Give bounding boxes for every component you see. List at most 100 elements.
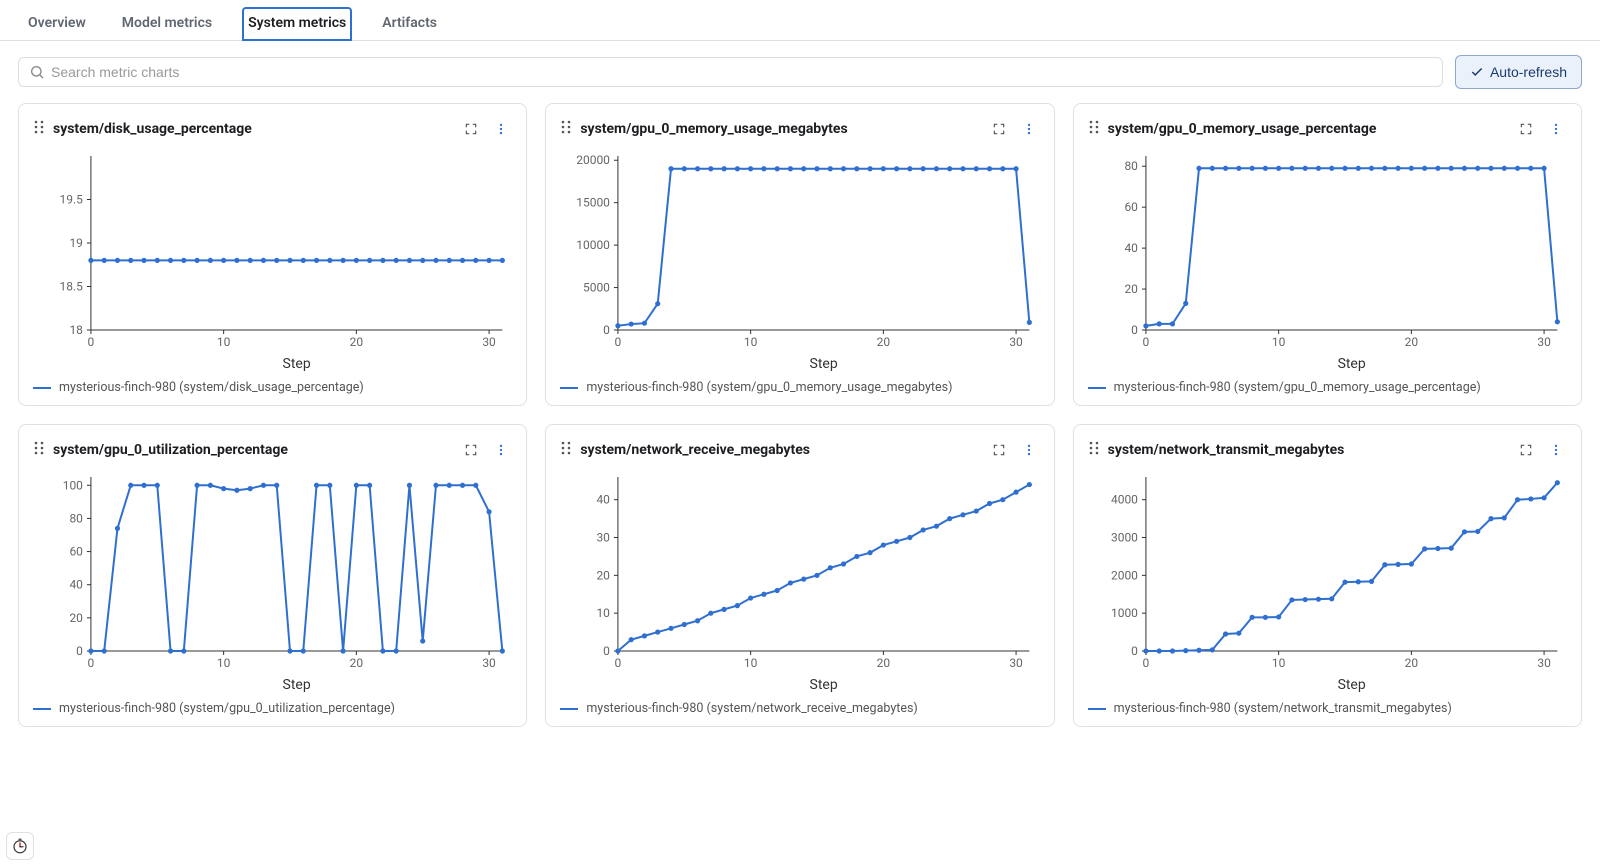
chart-title: system/gpu_0_memory_usage_megabytes bbox=[580, 121, 979, 137]
svg-text:30: 30 bbox=[482, 656, 496, 670]
tab-system-metrics[interactable]: System metrics bbox=[242, 7, 352, 41]
chart-legend: mysterious-finch-980 (system/gpu_0_utili… bbox=[33, 693, 512, 716]
svg-text:Step: Step bbox=[810, 677, 838, 693]
svg-text:60: 60 bbox=[69, 545, 83, 559]
auto-refresh-button[interactable]: Auto-refresh bbox=[1455, 55, 1582, 89]
fullscreen-button[interactable] bbox=[1515, 439, 1537, 461]
chart-card-gpu0_util_pct: system/gpu_0_utilization_percentage 0 20 40… bbox=[18, 424, 527, 727]
svg-text:0: 0 bbox=[615, 335, 622, 349]
svg-text:10: 10 bbox=[217, 335, 231, 349]
chart-title: system/disk_usage_percentage bbox=[53, 121, 452, 137]
chart-menu-button[interactable] bbox=[1545, 439, 1567, 461]
chart-legend: mysterious-finch-980 (system/network_rec… bbox=[560, 693, 1039, 716]
svg-text:15000: 15000 bbox=[577, 196, 611, 210]
drag-handle-icon[interactable] bbox=[33, 441, 45, 459]
svg-text:0: 0 bbox=[1142, 656, 1149, 670]
chart-legend: mysterious-finch-980 (system/gpu_0_memor… bbox=[1088, 372, 1567, 395]
svg-text:10: 10 bbox=[217, 656, 231, 670]
svg-text:0: 0 bbox=[604, 323, 611, 337]
search-input[interactable] bbox=[51, 64, 1432, 80]
legend-label: mysterious-finch-980 (system/disk_usage_… bbox=[59, 380, 364, 395]
refresh-timer-button[interactable] bbox=[6, 832, 34, 860]
svg-text:10: 10 bbox=[744, 335, 758, 349]
svg-text:20: 20 bbox=[350, 335, 364, 349]
svg-text:10: 10 bbox=[744, 656, 758, 670]
legend-swatch bbox=[33, 708, 51, 710]
legend-label: mysterious-finch-980 (system/gpu_0_utili… bbox=[59, 701, 395, 716]
svg-text:60: 60 bbox=[1124, 200, 1138, 214]
drag-handle-icon[interactable] bbox=[560, 441, 572, 459]
svg-text:Step: Step bbox=[283, 356, 311, 372]
svg-text:Step: Step bbox=[810, 356, 838, 372]
chart-menu-button[interactable] bbox=[490, 118, 512, 140]
svg-text:Step: Step bbox=[283, 677, 311, 693]
svg-text:100: 100 bbox=[63, 478, 83, 492]
chart-legend: mysterious-finch-980 (system/disk_usage_… bbox=[33, 372, 512, 395]
svg-text:30: 30 bbox=[1010, 656, 1024, 670]
tab-artifacts[interactable]: Artifacts bbox=[376, 7, 443, 41]
svg-text:1000: 1000 bbox=[1111, 606, 1138, 620]
chart-legend: mysterious-finch-980 (system/gpu_0_memor… bbox=[560, 372, 1039, 395]
svg-text:20: 20 bbox=[1404, 335, 1418, 349]
svg-text:30: 30 bbox=[482, 335, 496, 349]
legend-label: mysterious-finch-980 (system/gpu_0_memor… bbox=[586, 380, 952, 395]
svg-text:10: 10 bbox=[1272, 656, 1286, 670]
chart-menu-button[interactable] bbox=[1018, 439, 1040, 461]
svg-text:20: 20 bbox=[877, 335, 891, 349]
chart-title: system/network_transmit_megabytes bbox=[1108, 442, 1507, 458]
fullscreen-button[interactable] bbox=[460, 439, 482, 461]
chart-card-gpu0_mem_pct: system/gpu_0_memory_usage_percentage0204… bbox=[1073, 103, 1582, 406]
svg-text:2000: 2000 bbox=[1111, 568, 1138, 582]
svg-text:80: 80 bbox=[69, 511, 83, 525]
legend-swatch bbox=[560, 708, 578, 710]
svg-text:30: 30 bbox=[1537, 335, 1551, 349]
chart-card-disk_usage: system/disk_usage_percentage1818.51919.5… bbox=[18, 103, 527, 406]
svg-text:20000: 20000 bbox=[577, 153, 611, 167]
legend-label: mysterious-finch-980 (system/network_rec… bbox=[586, 701, 917, 716]
search-box[interactable] bbox=[18, 57, 1443, 87]
svg-text:19.5: 19.5 bbox=[60, 192, 84, 206]
drag-handle-icon[interactable] bbox=[1088, 120, 1100, 138]
svg-text:10: 10 bbox=[597, 606, 611, 620]
svg-text:5000: 5000 bbox=[583, 281, 610, 295]
svg-text:40: 40 bbox=[69, 578, 83, 592]
svg-text:0: 0 bbox=[1131, 644, 1138, 658]
svg-text:40: 40 bbox=[1124, 241, 1138, 255]
chart-card-net_tx_mb: system/network_transmit_megabytes 0 1000 20… bbox=[1073, 424, 1582, 727]
legend-swatch bbox=[1088, 387, 1106, 389]
tab-overview[interactable]: Overview bbox=[22, 7, 92, 41]
drag-handle-icon[interactable] bbox=[560, 120, 572, 138]
drag-handle-icon[interactable] bbox=[33, 120, 45, 138]
svg-text:30: 30 bbox=[1010, 335, 1024, 349]
chart-menu-button[interactable] bbox=[490, 439, 512, 461]
drag-handle-icon[interactable] bbox=[1088, 441, 1100, 459]
chart-title: system/gpu_0_utilization_percentage bbox=[53, 442, 452, 458]
svg-text:10000: 10000 bbox=[577, 238, 611, 252]
svg-text:0: 0 bbox=[88, 656, 95, 670]
svg-text:0: 0 bbox=[76, 644, 83, 658]
stopwatch-icon bbox=[11, 837, 29, 855]
chart-title: system/network_receive_megabytes bbox=[580, 442, 979, 458]
svg-text:40: 40 bbox=[597, 493, 611, 507]
chart-card-gpu0_mem_mb: system/gpu_0_memory_usage_megabytes 0 5000… bbox=[545, 103, 1054, 406]
svg-text:0: 0 bbox=[1142, 335, 1149, 349]
svg-text:20: 20 bbox=[350, 656, 364, 670]
toolbar: Auto-refresh bbox=[0, 41, 1600, 103]
legend-swatch bbox=[560, 387, 578, 389]
chart-menu-button[interactable] bbox=[1018, 118, 1040, 140]
fullscreen-button[interactable] bbox=[988, 439, 1010, 461]
legend-swatch bbox=[1088, 708, 1106, 710]
svg-text:19: 19 bbox=[69, 236, 82, 250]
tab-model-metrics[interactable]: Model metrics bbox=[116, 7, 218, 41]
svg-text:20: 20 bbox=[1124, 282, 1138, 296]
fullscreen-button[interactable] bbox=[460, 118, 482, 140]
chart-menu-button[interactable] bbox=[1545, 118, 1567, 140]
svg-text:0: 0 bbox=[88, 335, 95, 349]
charts-grid: system/disk_usage_percentage1818.51919.5… bbox=[0, 103, 1600, 745]
auto-refresh-label: Auto-refresh bbox=[1490, 64, 1567, 80]
svg-text:18.5: 18.5 bbox=[60, 279, 84, 293]
fullscreen-button[interactable] bbox=[1515, 118, 1537, 140]
svg-text:20: 20 bbox=[877, 656, 891, 670]
svg-text:Step: Step bbox=[1337, 356, 1365, 372]
fullscreen-button[interactable] bbox=[988, 118, 1010, 140]
